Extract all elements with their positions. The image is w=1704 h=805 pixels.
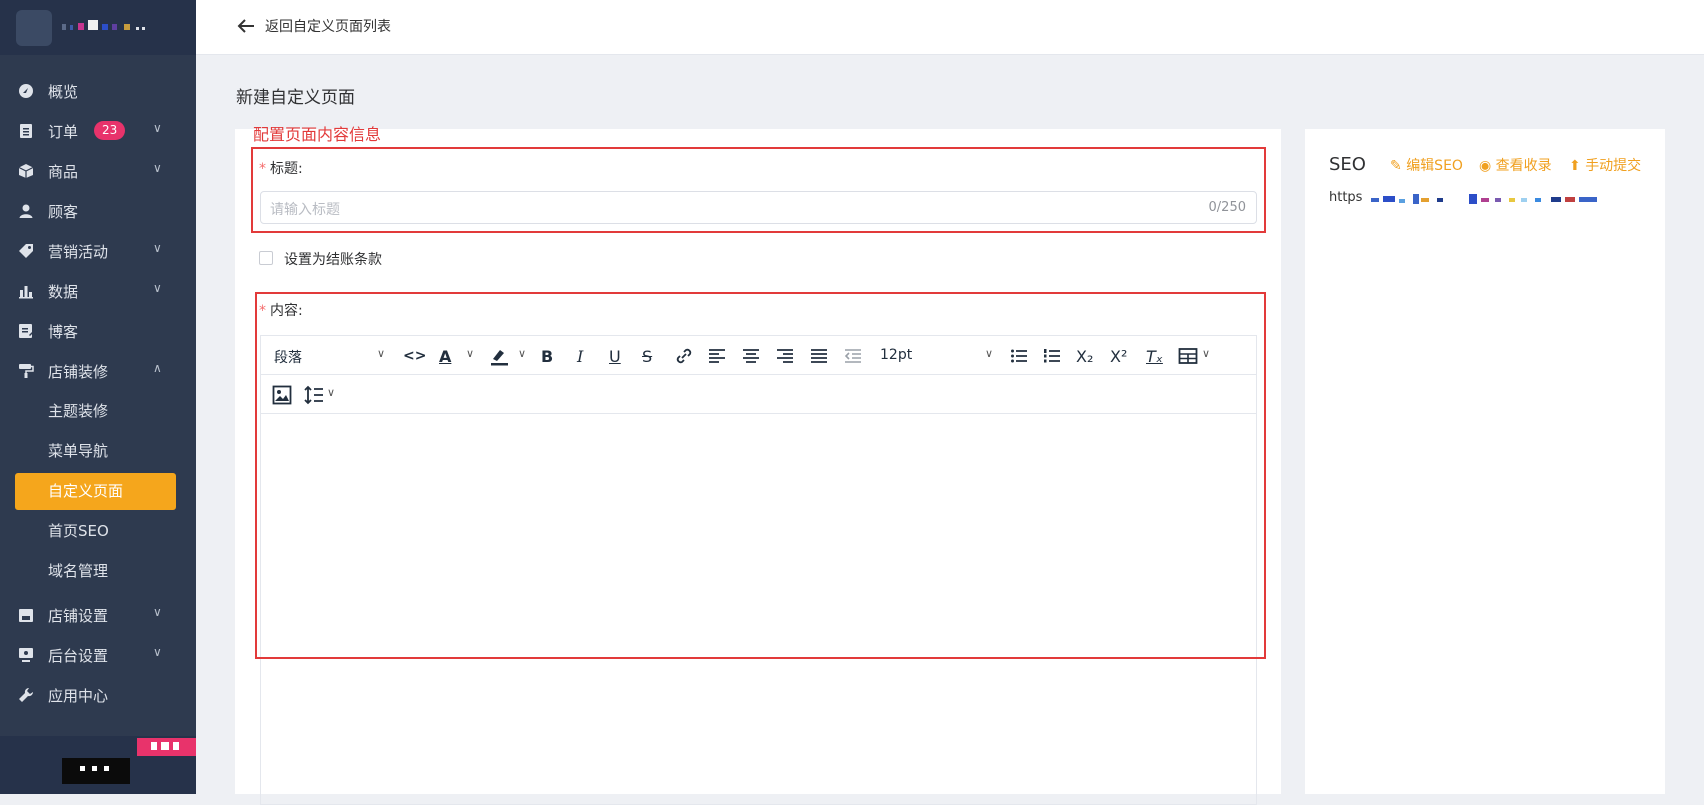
sidebar-item-blog[interactable]: 博客 [0, 311, 196, 351]
sidebar-item-label: 概览 [48, 83, 79, 101]
sidebar-item-overview[interactable]: 概览 [0, 71, 196, 111]
sidebar-item-products[interactable]: 商品 ∨ [0, 151, 196, 191]
sidebar-item-label: 商品 [48, 163, 79, 181]
sidebar-item-orders[interactable]: 订单 23 ∨ [0, 111, 196, 151]
store-icon [19, 609, 33, 622]
manual-submit-button[interactable]: ⬆ 手动提交 [1569, 155, 1641, 175]
sidebar-item-label: 营销活动 [48, 243, 109, 261]
sidebar-subitem-theme[interactable]: 主题装修 [15, 393, 176, 430]
chevron-down-icon: ∨ [153, 241, 162, 255]
sidebar-item-data[interactable]: 数据 ∨ [0, 271, 196, 311]
order-count-badge: 23 [94, 121, 126, 140]
sidebar-subitem-home-seo[interactable]: 首页SEO [15, 513, 176, 550]
account-avatar-redacted [62, 758, 130, 784]
tag-icon [19, 244, 33, 258]
sidebar: 概览 订单 23 ∨ 商品 ∨ 顾客 营销活动 ∨ 数据 ∨ 博客 店铺装修 ∧… [0, 0, 196, 794]
checkout-terms-checkbox[interactable] [259, 251, 273, 265]
customer-icon [19, 204, 33, 218]
chevron-down-icon: ∨ [153, 645, 162, 659]
sidebar-item-label: 订单 [48, 123, 79, 141]
monitor-icon [19, 648, 33, 662]
upload-icon: ⬆ [1569, 158, 1581, 174]
annotation-label: 配置页面内容信息 [253, 125, 382, 144]
sidebar-item-marketing[interactable]: 营销活动 ∨ [0, 231, 196, 271]
seo-card [1305, 129, 1665, 794]
order-icon [20, 124, 32, 138]
page-title: 新建自定义页面 [236, 88, 355, 108]
wrench-icon [19, 687, 34, 702]
top-bar: 返回自定义页面列表 [196, 0, 1704, 55]
sidebar-item-customers[interactable]: 顾客 [0, 191, 196, 231]
back-to-list-link[interactable]: 返回自定义页面列表 [265, 16, 391, 36]
sidebar-item-app-center[interactable]: 应用中心 [0, 675, 196, 715]
checkout-terms-label[interactable]: 设置为结账条款 [284, 249, 382, 269]
sidebar-item-label: 后台设置 [48, 647, 109, 665]
store-name-redacted [62, 20, 145, 30]
view-index-button[interactable]: ◉ 查看收录 [1479, 155, 1552, 175]
edit-seo-button[interactable]: ✎ 编辑SEO [1390, 155, 1463, 175]
chevron-down-icon: ∨ [153, 605, 162, 619]
chevron-down-icon: ∨ [153, 161, 162, 175]
sidebar-item-label: 顾客 [48, 203, 79, 221]
eye-icon: ◉ [1479, 158, 1492, 174]
brand-area [0, 0, 196, 55]
sidebar-item-label: 店铺装修 [48, 363, 109, 381]
store-logo[interactable] [16, 10, 52, 46]
url-redacted [1371, 194, 1597, 204]
annotation-box-content [255, 292, 1266, 659]
sidebar-item-label: 数据 [48, 283, 79, 301]
sidebar-item-label: 店铺设置 [48, 607, 109, 625]
chart-icon [19, 286, 33, 299]
arrow-left-icon[interactable] [236, 16, 256, 36]
sidebar-subitem-domain[interactable]: 域名管理 [15, 553, 176, 590]
account-tag-redacted [137, 738, 196, 756]
account-area[interactable] [0, 736, 196, 794]
product-icon [18, 164, 34, 178]
annotation-box-title [251, 147, 1266, 233]
chevron-down-icon: ∨ [153, 121, 162, 135]
sidebar-item-label: 博客 [48, 323, 79, 341]
seo-page-url: https [1329, 190, 1619, 206]
sidebar-subitem-custom-pages[interactable]: 自定义页面 [15, 473, 176, 510]
sidebar-item-admin-settings[interactable]: 后台设置 ∨ [0, 635, 196, 675]
dashboard-icon [19, 84, 33, 98]
seo-title: SEO [1329, 154, 1366, 175]
chevron-up-icon: ∧ [153, 361, 162, 375]
paint-roller-icon [19, 364, 34, 378]
sidebar-subitem-menu-nav[interactable]: 菜单导航 [15, 433, 176, 470]
blog-icon [19, 324, 34, 338]
sidebar-item-store-settings[interactable]: 店铺设置 ∨ [0, 595, 196, 635]
chevron-down-icon: ∨ [153, 281, 162, 295]
pencil-icon: ✎ [1390, 158, 1402, 174]
sidebar-item-label: 应用中心 [48, 687, 109, 705]
sidebar-item-store-decoration[interactable]: 店铺装修 ∧ [0, 351, 196, 391]
